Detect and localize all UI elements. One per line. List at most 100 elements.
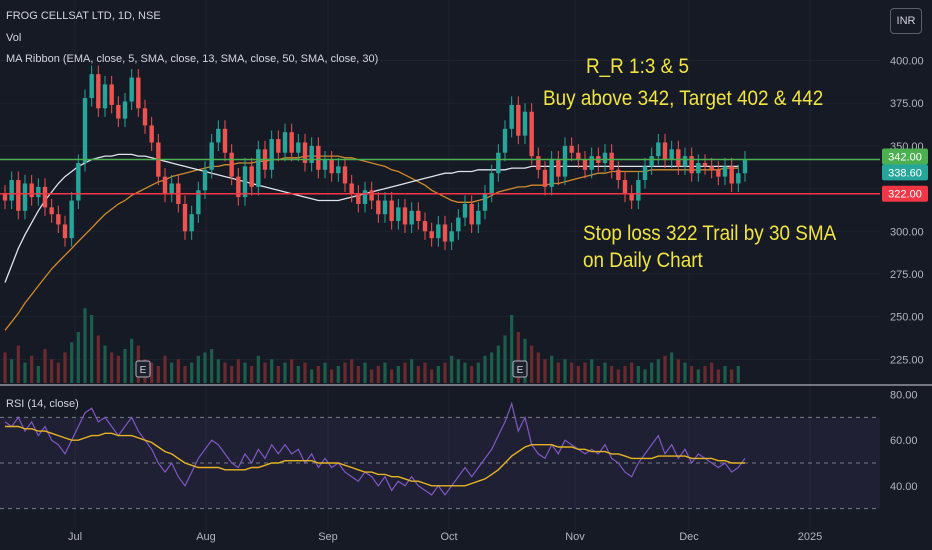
volume-bar (110, 352, 114, 383)
candle-body (569, 145, 574, 153)
candle-body (362, 190, 368, 204)
volume-bar (563, 359, 567, 383)
volume-bar (470, 366, 474, 383)
candle-body (56, 214, 61, 225)
candle-body (242, 166, 248, 198)
volume-bar (610, 366, 614, 383)
candle-body (522, 111, 528, 136)
volume-bar (163, 355, 167, 383)
volume-bar (96, 335, 100, 383)
volume-bar (236, 359, 240, 383)
volume-bar (150, 362, 154, 383)
volume-bar (350, 359, 354, 383)
volume-bar (723, 366, 727, 383)
volume-bar (623, 366, 627, 383)
candle-body (422, 221, 428, 232)
volume-bar (256, 355, 260, 383)
candle-body (356, 193, 361, 204)
candle-body (509, 104, 514, 129)
candle-body (496, 152, 501, 174)
volume-bar (410, 359, 414, 383)
candle-body (2, 193, 8, 201)
candle-body (609, 152, 614, 170)
volume-bar (210, 349, 214, 383)
candle-body (402, 207, 408, 225)
candle-body (289, 132, 294, 153)
candle-body (136, 77, 141, 109)
volume-bar (736, 366, 740, 383)
candle-body (282, 132, 288, 153)
volume-bar (383, 362, 387, 383)
candle-body (576, 152, 581, 160)
rsi-tick-label: 80.00 (890, 390, 918, 402)
price-tick-label: 400.00 (890, 55, 924, 67)
candle-body (29, 183, 34, 198)
volume-bar (543, 359, 547, 383)
candle-body (182, 203, 188, 232)
candle-body (456, 217, 461, 232)
candle-body (162, 176, 168, 194)
rsi-tick-label: 40.00 (890, 481, 918, 493)
volume-bar (530, 345, 534, 383)
volume-bar (683, 362, 687, 383)
volume-bar (663, 355, 667, 383)
volume-bar (436, 366, 440, 383)
candle-body (709, 166, 714, 170)
volume-bar (296, 366, 300, 383)
candle-body (689, 156, 694, 174)
price-badge-label: 338.60 (888, 167, 922, 179)
candle-body (116, 104, 121, 119)
volume-bar (583, 362, 587, 383)
candle-body (49, 207, 54, 215)
candle-body (582, 159, 588, 170)
candle-body (742, 159, 748, 174)
time-tick-label: 2025 (798, 531, 822, 543)
candle-body (676, 149, 681, 167)
volume-bar (343, 362, 347, 383)
candle-body (376, 200, 381, 215)
candle-body (736, 173, 741, 184)
volume-bar (63, 352, 67, 383)
volume-bar (450, 355, 454, 383)
candle-body (696, 162, 701, 174)
volume-bar (203, 352, 207, 383)
candle-body (589, 156, 594, 170)
rsi-tick-label: 60.00 (890, 435, 918, 447)
volume-bar (390, 369, 394, 383)
candle-body (542, 169, 548, 187)
chart-canvas[interactable]: 400.00375.00350.00300.00275.00250.00225.… (0, 0, 932, 550)
candle-body (249, 166, 254, 187)
volume-bar (496, 345, 500, 383)
time-tick-label: Nov (565, 531, 585, 543)
volume-bar (416, 366, 420, 383)
volume-bar (310, 369, 314, 383)
volume-bar (196, 355, 200, 383)
volume-bar (730, 369, 734, 383)
candle-body (256, 149, 261, 187)
volume-bar (183, 366, 187, 383)
candle-body (102, 84, 108, 109)
volume-bar (650, 362, 654, 383)
candle-body (602, 152, 608, 163)
volume-bar (270, 359, 274, 383)
candle-body (316, 145, 321, 170)
candle-body (449, 231, 454, 242)
candle-body (649, 156, 654, 167)
volume-bar (403, 362, 407, 383)
candle-body (209, 142, 214, 170)
rsi-pane (0, 401, 880, 510)
volume-bar (103, 345, 107, 383)
candle-body (296, 142, 301, 153)
volume-bar (323, 362, 327, 383)
volume-bar (56, 362, 60, 383)
candle-body (516, 104, 521, 136)
volume-bar (656, 359, 660, 383)
volume-bar (630, 362, 634, 383)
volume-bar (710, 362, 714, 383)
candle-body (149, 125, 154, 143)
volume-bar (303, 362, 307, 383)
rsi-legend: RSI (14, close) (6, 398, 79, 410)
time-tick-label: Sep (318, 531, 338, 543)
currency-button[interactable]: INR (890, 8, 922, 34)
candle-body (502, 128, 508, 153)
